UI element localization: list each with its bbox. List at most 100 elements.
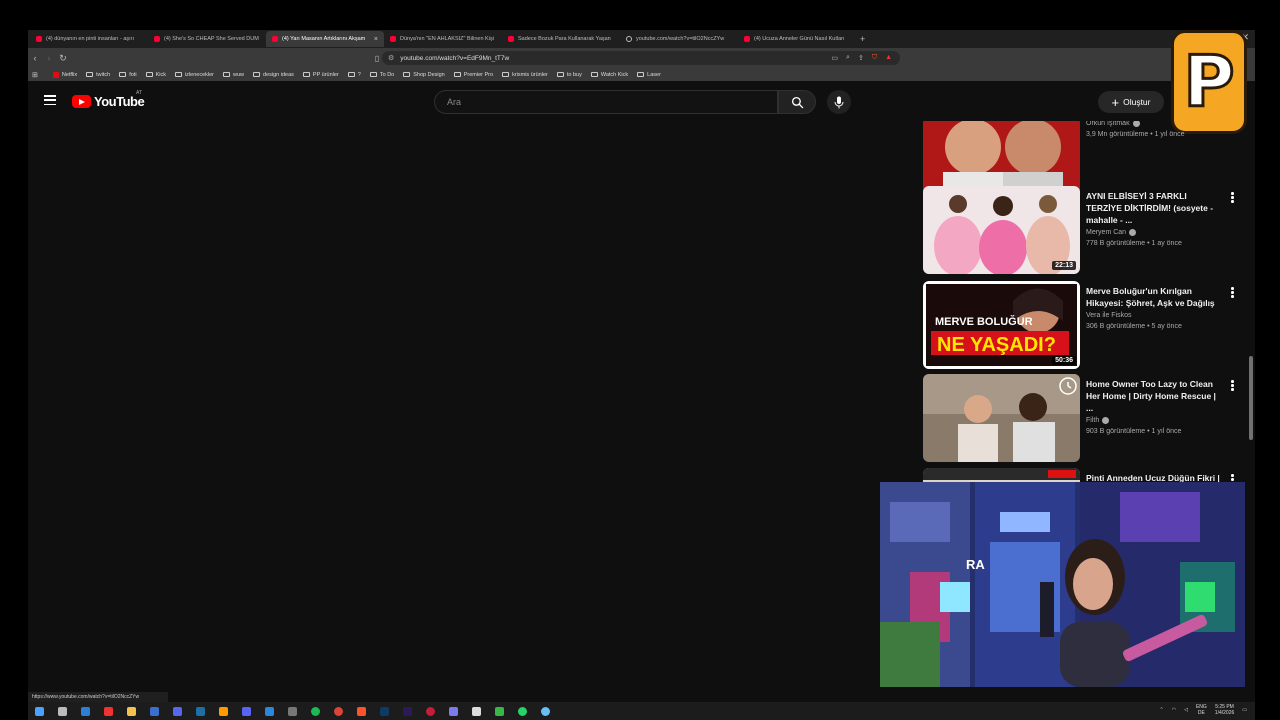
- bookmark-item[interactable]: Shop Design: [403, 72, 445, 78]
- bookmark-item[interactable]: design ideas: [253, 72, 294, 78]
- apps-grid-icon[interactable]: ⊞: [32, 71, 38, 79]
- tab-label: (4) She's So CHEAP She Served DUM: [164, 36, 259, 42]
- bookmark-item[interactable]: ?: [347, 72, 361, 78]
- steam-icon[interactable]: [534, 702, 557, 720]
- site-info-icon[interactable]: ⚙: [388, 54, 394, 62]
- thumb-text: NE YAŞADI?: [937, 334, 1056, 356]
- video-title[interactable]: Merve Boluğur'un Kırılgan Hikayesi: Şöhr…: [1086, 285, 1222, 309]
- browser-tab[interactable]: (4) Yarı Masanın Artıklarını Akşam ×: [266, 31, 384, 47]
- globe-icon: [626, 36, 632, 42]
- bookmark-item[interactable]: To Do: [369, 72, 394, 78]
- app-icon[interactable]: [281, 702, 304, 720]
- video-thumbnail[interactable]: [923, 374, 1080, 462]
- more-options-icon[interactable]: [1231, 287, 1235, 298]
- zoom-icon[interactable]: ⌕: [846, 54, 850, 62]
- video-thumbnail[interactable]: 22:13: [923, 186, 1080, 274]
- language-indicator[interactable]: ENG DE: [1196, 704, 1207, 716]
- app-icon[interactable]: [143, 702, 166, 720]
- bookmark-item[interactable]: PP ürünler: [302, 72, 339, 78]
- photoshop-icon[interactable]: [373, 702, 396, 720]
- file-explorer-icon[interactable]: [120, 702, 143, 720]
- video-title[interactable]: Home Owner Too Lazy to Clean Her Home | …: [1086, 378, 1222, 414]
- bookmark-item[interactable]: to buy: [556, 72, 582, 78]
- chrome-icon[interactable]: [327, 702, 350, 720]
- browser-tab[interactable]: (4) Ucuza Anneler Günü Nasıl Kutlan: [738, 31, 856, 47]
- cast-icon[interactable]: ▭: [831, 54, 838, 62]
- folder-icon: [453, 72, 461, 77]
- task-view-icon[interactable]: [51, 702, 74, 720]
- app-icon[interactable]: [97, 702, 120, 720]
- more-options-icon[interactable]: [1231, 192, 1235, 203]
- close-tab-icon[interactable]: ×: [374, 36, 378, 43]
- youtube-logo[interactable]: YouTube AT: [72, 90, 145, 109]
- search-input[interactable]: Ara: [434, 90, 778, 114]
- menu-icon[interactable]: [44, 95, 56, 105]
- opera-icon[interactable]: [419, 702, 442, 720]
- discord-icon[interactable]: [166, 702, 189, 720]
- page-scrollbar[interactable]: [1249, 356, 1253, 440]
- share-icon[interactable]: ⇪: [858, 54, 864, 62]
- bookmark-item[interactable]: Laser: [637, 72, 661, 78]
- notification-icon[interactable]: ▭: [1242, 707, 1247, 713]
- whatsapp-icon[interactable]: [511, 702, 534, 720]
- bookmarks-bar: ⊞ Netflix twitch foti Kick izlenecekler wuw de…: [28, 68, 1255, 81]
- youtube-icon: [36, 36, 42, 42]
- recommended-video[interactable]: Home Owner Too Lazy to Clean Her Home | …: [923, 374, 1245, 464]
- volume-icon[interactable]: ◁: [1184, 707, 1188, 713]
- address-bar[interactable]: ⚙ youtube.com/watch?v=EdF9Mn_tT7w ▭ ⌕ ⇪ …: [382, 51, 900, 65]
- country-code: AT: [136, 90, 143, 96]
- start-icon[interactable]: [28, 702, 51, 720]
- app-icon[interactable]: [235, 702, 258, 720]
- bookmark-item[interactable]: izlenecekler: [174, 72, 214, 78]
- video-title[interactable]: AYNI ELBİSEYİ 3 FARKLI TERZİYE DİKTİRDİM…: [1086, 190, 1222, 226]
- app-icon[interactable]: [442, 702, 465, 720]
- channel-name[interactable]: Vera ile Fiskos: [1086, 312, 1222, 319]
- bookmark-item[interactable]: wuw: [223, 72, 244, 78]
- browser-tab[interactable]: (4) She's So CHEAP She Served DUM: [148, 31, 266, 47]
- recommended-video[interactable]: 22:13 AYNI ELBİSEYİ 3 FARKLI TERZİYE DİKT…: [923, 186, 1245, 276]
- browser-tab[interactable]: Dünya'nın "EN AHLAKSIZ" Bilinen Kişi: [384, 31, 502, 47]
- reload-icon[interactable]: ↻: [56, 53, 70, 64]
- wifi-icon[interactable]: ◠: [1172, 707, 1176, 713]
- bookmark-item[interactable]: twitch: [86, 72, 110, 78]
- brave-icon[interactable]: [350, 702, 373, 720]
- new-tab-button[interactable]: +: [860, 34, 865, 44]
- back-icon[interactable]: ‹: [28, 53, 42, 63]
- forward-icon[interactable]: ›: [42, 53, 56, 63]
- spotify-icon[interactable]: [304, 702, 327, 720]
- app-icon[interactable]: [465, 702, 488, 720]
- channel-name[interactable]: Orkun Işıtmak: [1086, 121, 1222, 127]
- clock[interactable]: 5:25 PM 1/4/2026: [1215, 704, 1234, 716]
- recommended-video[interactable]: MERVE BOLUĞUR NE YAŞADI? 50:36 Merve Boluğu…: [923, 281, 1245, 371]
- app-icon[interactable]: [74, 702, 97, 720]
- browser-tab[interactable]: Sadece Bozuk Para Kullanarak Yaşan: [502, 31, 620, 47]
- webcam-image: [880, 482, 1245, 687]
- app-icon[interactable]: [488, 702, 511, 720]
- browser-tab[interactable]: youtube.com/watch?v=tilO2NccZYw: [620, 31, 738, 47]
- app-icon[interactable]: [189, 702, 212, 720]
- chevron-up-icon[interactable]: ⌃: [1160, 707, 1164, 713]
- illustrator-icon[interactable]: [212, 702, 235, 720]
- create-button[interactable]: + Oluştur: [1098, 91, 1164, 113]
- voice-search-button[interactable]: [827, 90, 851, 114]
- bookmark-item[interactable]: Premier Pro: [453, 72, 493, 78]
- bookmark-item[interactable]: Kick: [145, 72, 166, 78]
- channel-name[interactable]: Filth: [1086, 417, 1222, 424]
- bookmark-label: design ideas: [263, 71, 294, 78]
- brave-rewards-icon[interactable]: ▲: [885, 54, 892, 62]
- more-options-icon[interactable]: [1231, 380, 1235, 391]
- channel-name[interactable]: Meryem Can: [1086, 229, 1222, 236]
- bookmark-item[interactable]: krismis ürünler: [502, 72, 548, 78]
- folder-icon: [119, 72, 127, 77]
- video-meta: Merve Boluğur'un Kırılgan Hikayesi: Şöhr…: [1086, 285, 1222, 330]
- bookmark-item[interactable]: Watch Kick: [590, 72, 628, 78]
- folder-icon: [590, 72, 598, 77]
- app-icon[interactable]: [258, 702, 281, 720]
- video-thumbnail[interactable]: MERVE BOLUĞUR NE YAŞADI? 50:36: [923, 281, 1080, 369]
- bookmark-item[interactable]: foti: [119, 72, 137, 78]
- premiere-icon[interactable]: [396, 702, 419, 720]
- browser-tab[interactable]: (4) dünyanın en pinti insanları - aşırı: [30, 31, 148, 47]
- brave-shield-icon[interactable]: ⛉: [872, 54, 877, 62]
- search-button[interactable]: [778, 90, 816, 114]
- bookmark-item[interactable]: Netflix: [52, 71, 77, 78]
